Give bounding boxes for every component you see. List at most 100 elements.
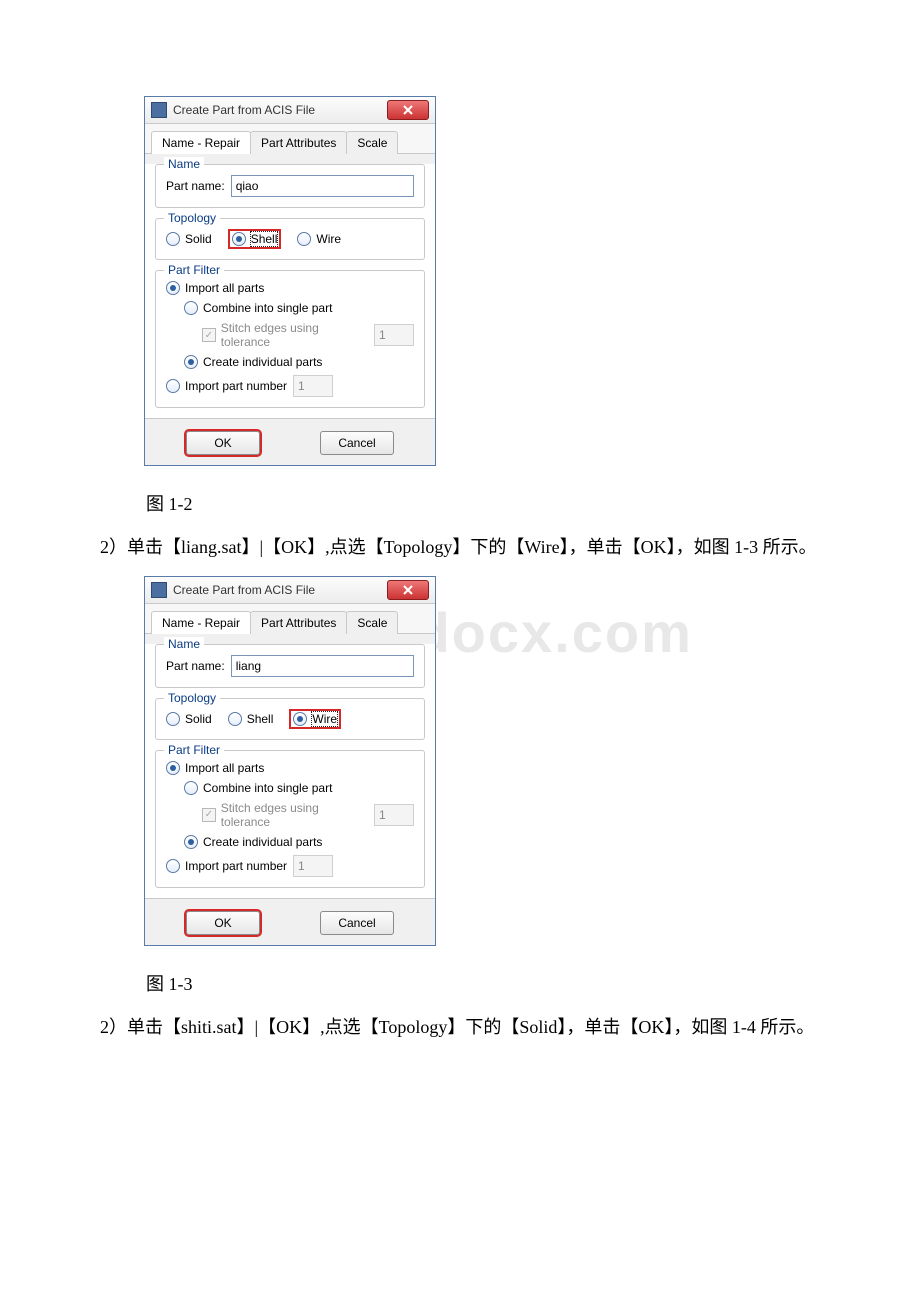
topology-group-title: Topology [164,691,220,705]
dialog-button-bar: OK Cancel [145,898,435,945]
radio-wire-label: Wire [312,712,337,726]
dialog-tabs: Name - Repair Part Attributes Scale [145,124,435,154]
create-part-dialog-1: Create Part from ACIS File Name - Repair… [144,96,436,466]
create-individual-label: Create individual parts [203,835,322,849]
part-filter-title: Part Filter [164,263,224,277]
radio-shell-label: Shell [247,712,274,726]
radio-solid[interactable]: Solid [166,232,212,246]
dialog-body: Name Part name: liang Topology Solid She… [145,644,435,898]
radio-solid-label: Solid [185,232,212,246]
radio-icon [166,859,180,873]
radio-icon [166,761,180,775]
paragraph-step-liang: 2）单击【liang.sat】|【OK】,点选【Topology】下的【Wire… [64,534,856,562]
topology-group: Topology Solid Shell Wire [155,698,425,740]
radio-icon [232,232,246,246]
import-all-label: Import all parts [185,281,264,295]
ok-button[interactable]: OK [186,911,260,935]
name-group: Name Part name: qiao [155,164,425,208]
checkbox-icon: ✓ [202,328,216,342]
radio-shell-label: Shell [251,232,278,246]
tab-name-repair[interactable]: Name - Repair [151,611,251,634]
dialog-tabs: Name - Repair Part Attributes Scale [145,604,435,634]
part-name-label: Part name: [166,659,225,673]
dialog-titlebar: Create Part from ACIS File [145,97,435,124]
name-group-title: Name [164,637,204,651]
checkbox-stitch: ✓ Stitch edges using tolerance [202,321,368,349]
close-icon [403,105,413,115]
radio-wire[interactable]: Wire [297,232,341,246]
close-button[interactable] [387,580,429,600]
close-icon [403,585,413,595]
tab-part-attributes[interactable]: Part Attributes [250,131,347,154]
radio-icon [184,835,198,849]
part-filter-group: Part Filter Import all parts Combine int… [155,750,425,888]
radio-shell[interactable]: Shell [232,232,278,246]
radio-wire[interactable]: Wire [293,712,337,726]
import-all-label: Import all parts [185,761,264,775]
radio-create-individual[interactable]: Create individual parts [184,355,322,369]
import-number-label: Import part number [185,859,287,873]
highlight-wire: Wire [289,709,341,729]
radio-icon [184,301,198,315]
radio-import-number[interactable]: Import part number [166,379,287,393]
stitch-tolerance-input: 1 [374,324,414,346]
radio-import-all[interactable]: Import all parts [166,281,264,295]
figure-caption-1-3: 图 1-3 [146,970,856,996]
radio-solid[interactable]: Solid [166,712,212,726]
part-name-label: Part name: [166,179,225,193]
create-individual-label: Create individual parts [203,355,322,369]
radio-shell[interactable]: Shell [228,712,274,726]
topology-group-title: Topology [164,211,220,225]
paragraph-step-shiti: 2）单击【shiti.sat】|【OK】,点选【Topology】下的【Soli… [64,1014,856,1042]
radio-icon [184,355,198,369]
tab-scale[interactable]: Scale [346,611,398,634]
app-icon [151,102,167,118]
dialog-title: Create Part from ACIS File [173,583,387,597]
cancel-button[interactable]: Cancel [320,911,394,935]
checkbox-icon: ✓ [202,808,216,822]
radio-solid-label: Solid [185,712,212,726]
part-filter-group: Part Filter Import all parts Combine int… [155,270,425,408]
tab-name-repair[interactable]: Name - Repair [151,131,251,154]
import-number-input: 1 [293,855,333,877]
combine-label: Combine into single part [203,301,332,315]
close-button[interactable] [387,100,429,120]
radio-icon [297,232,311,246]
radio-import-all[interactable]: Import all parts [166,761,264,775]
app-icon [151,582,167,598]
stitch-label: Stitch edges using tolerance [221,801,368,829]
tab-part-attributes[interactable]: Part Attributes [250,611,347,634]
cancel-button[interactable]: Cancel [320,431,394,455]
part-name-input[interactable]: liang [231,655,414,677]
radio-combine[interactable]: Combine into single part [184,781,332,795]
radio-icon [228,712,242,726]
dialog-button-bar: OK Cancel [145,418,435,465]
import-number-input: 1 [293,375,333,397]
tab-scale[interactable]: Scale [346,131,398,154]
dialog-body: Name Part name: qiao Topology Solid Shel… [145,164,435,418]
combine-label: Combine into single part [203,781,332,795]
radio-icon [166,281,180,295]
figure-caption-1-2: 图 1-2 [146,490,856,516]
ok-button[interactable]: OK [186,431,260,455]
highlight-shell: Shell [228,229,282,249]
radio-import-number[interactable]: Import part number [166,859,287,873]
create-part-dialog-2: Create Part from ACIS File Name - Repair… [144,576,436,946]
dialog-titlebar: Create Part from ACIS File [145,577,435,604]
radio-icon [184,781,198,795]
radio-create-individual[interactable]: Create individual parts [184,835,322,849]
radio-icon [166,712,180,726]
radio-icon [166,232,180,246]
checkbox-stitch: ✓ Stitch edges using tolerance [202,801,368,829]
radio-wire-label: Wire [316,232,341,246]
part-name-input[interactable]: qiao [231,175,414,197]
dialog-title: Create Part from ACIS File [173,103,387,117]
radio-icon [293,712,307,726]
stitch-label: Stitch edges using tolerance [221,321,368,349]
stitch-tolerance-input: 1 [374,804,414,826]
name-group: Name Part name: liang [155,644,425,688]
part-filter-title: Part Filter [164,743,224,757]
name-group-title: Name [164,157,204,171]
topology-group: Topology Solid Shell Wire [155,218,425,260]
radio-combine[interactable]: Combine into single part [184,301,332,315]
